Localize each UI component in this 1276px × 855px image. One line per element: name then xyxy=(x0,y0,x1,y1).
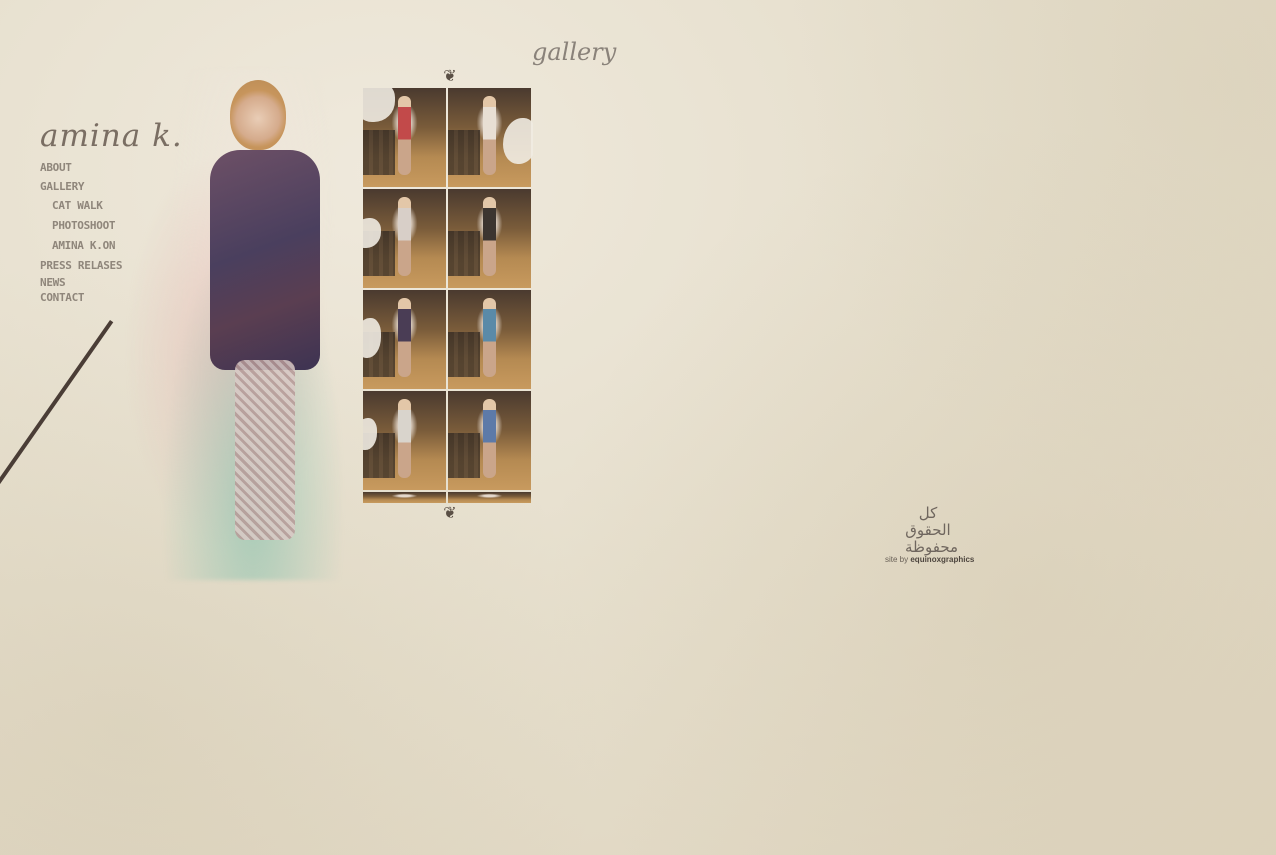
thumbnail-6[interactable] xyxy=(448,290,531,389)
model-figure xyxy=(210,80,320,550)
gallery-heading: gallery xyxy=(532,38,617,66)
runway-model xyxy=(482,297,497,378)
audience xyxy=(363,130,395,175)
model-dress xyxy=(210,150,320,370)
cane-prop xyxy=(0,320,114,487)
runway-model xyxy=(397,297,412,378)
site-credit[interactable]: site by equinoxgraphics xyxy=(885,555,974,564)
runway-model xyxy=(397,398,412,479)
ornament-bottom-icon: ❦ xyxy=(443,505,457,522)
audience xyxy=(448,231,480,276)
ornament-top-icon: ❦ xyxy=(443,68,457,85)
audience xyxy=(448,130,480,175)
credit-name[interactable]: equinoxgraphics xyxy=(910,555,974,564)
copyright-calligraphy: كل الحقوق محفوظة xyxy=(905,504,959,556)
runway-model xyxy=(397,196,412,277)
thumbnail-8[interactable] xyxy=(448,391,531,490)
runway-model xyxy=(482,95,497,176)
model-legs xyxy=(235,360,295,540)
audience xyxy=(448,332,480,377)
audience xyxy=(448,433,480,478)
credit-prefix: site by xyxy=(885,555,909,564)
model-hero-image xyxy=(0,70,370,580)
thumbnail-4[interactable] xyxy=(448,189,531,288)
runway-model xyxy=(397,95,412,176)
thumbnail-partial[interactable] xyxy=(363,492,446,503)
runway-model xyxy=(482,196,497,277)
thumbnail-grid xyxy=(363,88,533,503)
model-head xyxy=(230,80,286,150)
thumbnail-partial[interactable] xyxy=(448,492,531,503)
runway-model xyxy=(482,398,497,479)
